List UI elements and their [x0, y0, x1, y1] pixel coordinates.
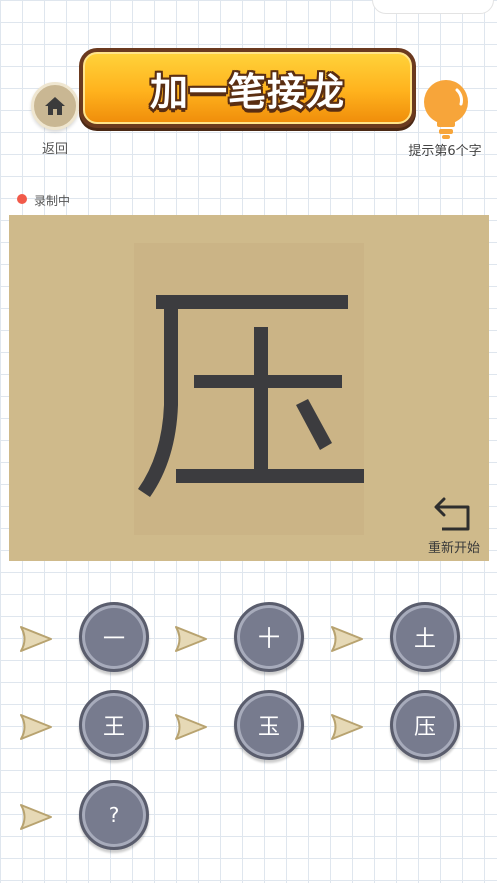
chain-char-label: 压: [413, 715, 436, 740]
chain-arrow-icon: [331, 714, 363, 740]
current-character-glyph: [138, 295, 364, 497]
hint-label[interactable]: 提示第6个字: [395, 140, 495, 159]
chain-char-button[interactable]: 压: [390, 690, 460, 760]
chain-char-button[interactable]: 王: [79, 690, 149, 760]
chain-arrow-icon: [20, 804, 52, 830]
chain-arrow-icon: [175, 714, 207, 740]
chain-arrow-icon: [20, 714, 52, 740]
chain-char-label: 十: [257, 627, 280, 652]
chain-unknown-button[interactable]: ?: [79, 780, 149, 850]
chain-arrow-icon: [331, 626, 363, 652]
chain-arrow-icon: [20, 626, 52, 652]
chain-char-label: ?: [108, 803, 120, 827]
lightbulb-hint-icon[interactable]: [419, 78, 473, 140]
undo-arrow-icon: [434, 497, 470, 531]
chain-char-button[interactable]: 玉: [234, 690, 304, 760]
home-button[interactable]: [31, 82, 79, 130]
restart-button[interactable]: 重新开始: [418, 495, 490, 557]
title-banner-inner: 加一笔接龙: [83, 52, 412, 124]
chain-char-label: 一: [102, 627, 125, 652]
chain-char-label: 土: [413, 627, 436, 652]
chain-char-button[interactable]: 一: [79, 602, 149, 672]
title-banner: 加一笔接龙: [79, 48, 416, 128]
chain-char-button[interactable]: 十: [234, 602, 304, 672]
chain-char-label: 玉: [257, 715, 280, 740]
chain-char-label: 王: [102, 715, 125, 740]
chain-char-button[interactable]: 土: [390, 602, 460, 672]
top-status-pill: [372, 0, 494, 14]
home-label: 返回: [41, 142, 68, 157]
page-title: 加一笔接龙: [149, 69, 345, 114]
home-icon: [45, 97, 65, 115]
recording-label: 录制中: [34, 194, 71, 208]
restart-label: 重新开始: [427, 541, 480, 556]
chain-arrow-icon: [175, 626, 207, 652]
drawing-board[interactable]: [9, 215, 489, 561]
recording-dot: [17, 194, 27, 204]
